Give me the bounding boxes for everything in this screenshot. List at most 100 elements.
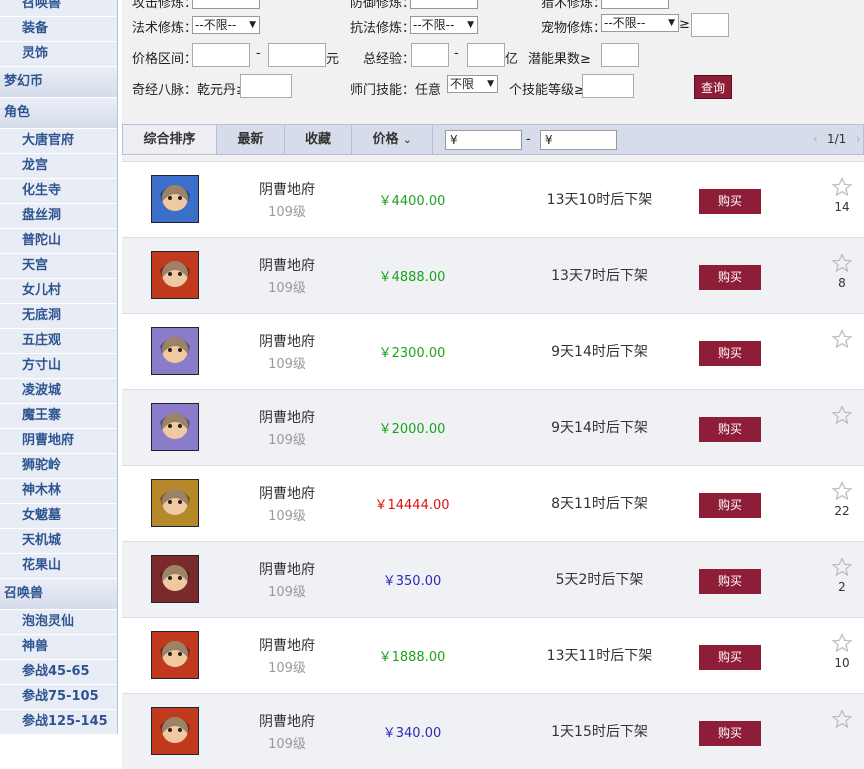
tab-favorites[interactable]: 收藏 (285, 125, 352, 154)
character-avatar[interactable] (151, 327, 199, 375)
sidebar-item[interactable]: 龙宫 (0, 154, 117, 179)
listing-level: 109级 (268, 281, 306, 296)
character-avatar[interactable] (151, 403, 199, 451)
favorite-star-icon[interactable] (831, 177, 853, 197)
buy-button[interactable]: 购买 (699, 189, 761, 214)
sidebar-item[interactable]: 参战125-145 (0, 710, 117, 734)
sidebar-item[interactable]: 盘丝洞 (0, 204, 117, 229)
sidebar-item[interactable]: 阴曹地府 (0, 429, 117, 454)
hunt-cultivation-label: 猎术修炼： (541, 0, 607, 11)
buy-button[interactable]: 购买 (699, 341, 761, 366)
attack-cultivation-select[interactable] (192, 0, 260, 9)
buy-button[interactable]: 购买 (699, 569, 761, 594)
sidebar-item[interactable]: 神木林 (0, 479, 117, 504)
listing-row[interactable]: 阴曹地府 109级 ￥350.00 5天2时后下架 购买 2 (122, 541, 864, 617)
sidebar-item[interactable]: 天机城 (0, 529, 117, 554)
character-avatar[interactable] (151, 631, 199, 679)
buy-button[interactable]: 购买 (699, 645, 761, 670)
meridian-input[interactable] (240, 74, 292, 98)
listing-level: 109级 (268, 205, 306, 220)
buy-button[interactable]: 购买 (699, 493, 761, 518)
sidebar-category[interactable]: 召唤兽 (0, 579, 117, 610)
favorite-count: 2 (838, 580, 846, 594)
sidebar-item[interactable]: 方寸山 (0, 354, 117, 379)
listing-row[interactable]: 阴曹地府 109级 ￥1888.00 13天11时后下架 购买 10 (122, 617, 864, 693)
character-avatar[interactable] (151, 479, 199, 527)
sidebar-item[interactable]: 女魃墓 (0, 504, 117, 529)
sidebar: 召唤兽 装备 灵饰 梦幻币 角色 大唐官府 龙宫 化生寺 盘丝洞 普陀山 天宫 女儿村 无底洞 五庄观 方寸… (0, 0, 118, 734)
sidebar-item[interactable]: 召唤兽 (0, 0, 117, 17)
dropdown-arrow-icon: ▼ (249, 20, 256, 30)
sidebar-item[interactable]: 天宫 (0, 254, 117, 279)
sidebar-item[interactable]: 化生寺 (0, 179, 117, 204)
listing-row[interactable]: 阴曹地府 109级 ￥14444.00 8天11时后下架 购买 22 (122, 465, 864, 541)
character-portrait-icon (160, 489, 190, 515)
tab-newest[interactable]: 最新 (217, 125, 285, 154)
character-avatar[interactable] (151, 555, 199, 603)
sidebar-category[interactable]: 角色 (0, 98, 117, 129)
pet-cultivation-select[interactable]: --不限-- ▼ (601, 14, 679, 32)
exp-max-input[interactable] (467, 43, 505, 67)
listing-row[interactable]: 阴曹地府 109级 ￥4400.00 13天10时后下架 购买 14 (122, 161, 864, 237)
pet-cultivation-label: 宠物修炼： (541, 21, 607, 36)
price-unit: 元 (326, 52, 340, 67)
potential-fruit-input[interactable] (601, 43, 639, 67)
sidebar-item[interactable]: 参战75-105 (0, 685, 117, 710)
sidebar-item[interactable]: 魔王寨 (0, 404, 117, 429)
price-min-input[interactable] (192, 43, 250, 67)
sidebar-item[interactable]: 五庄观 (0, 329, 117, 354)
sidebar-category[interactable]: 梦幻币 (0, 67, 117, 98)
sidebar-item[interactable]: 灵饰 (0, 42, 117, 67)
skill-level-input[interactable] (582, 74, 634, 98)
resist-cultivation-select[interactable]: --不限-- ▼ (410, 16, 478, 34)
sidebar-item[interactable]: 参战45-65 (0, 660, 117, 685)
buy-button[interactable]: 购买 (699, 265, 761, 290)
favorite-star-icon[interactable] (831, 633, 853, 653)
price-max-input[interactable] (268, 43, 326, 67)
sidebar-item[interactable]: 女儿村 (0, 279, 117, 304)
listing-price: ￥2000.00 (378, 422, 446, 437)
listing-row[interactable]: 阴曹地府 109级 ￥2000.00 9天14时后下架 购买 (122, 389, 864, 465)
exp-min-input[interactable] (411, 43, 449, 67)
listing-row[interactable]: 阴曹地府 109级 ￥2300.00 9天14时后下架 购买 (122, 313, 864, 389)
pet-cultivation-min-input[interactable] (691, 13, 729, 37)
favorite-star-icon[interactable] (831, 405, 853, 425)
character-portrait-icon (160, 261, 190, 287)
character-avatar[interactable] (151, 707, 199, 755)
tab-price[interactable]: 价格 ⌄ (352, 125, 433, 154)
sidebar-item[interactable]: 凌波城 (0, 379, 117, 404)
sidebar-item[interactable]: 狮驼岭 (0, 454, 117, 479)
sidebar-item[interactable]: 无底洞 (0, 304, 117, 329)
hunt-cultivation-select[interactable] (601, 0, 669, 9)
sidebar-item[interactable]: 花果山 (0, 554, 117, 579)
sidebar-item[interactable]: 神兽 (0, 635, 117, 660)
sort-price-max-input[interactable]: ¥ (540, 130, 617, 150)
listing-price: ￥4888.00 (378, 270, 446, 285)
favorite-star-icon[interactable] (831, 329, 853, 349)
pager-prev-icon[interactable]: ‹ (813, 125, 818, 154)
sidebar-item[interactable]: 泡泡灵仙 (0, 610, 117, 635)
buy-button[interactable]: 购买 (699, 417, 761, 442)
magic-cultivation-select[interactable]: --不限-- ▼ (192, 16, 260, 34)
sidebar-item[interactable]: 大唐官府 (0, 129, 117, 154)
sidebar-item[interactable]: 普陀山 (0, 229, 117, 254)
listing-row[interactable]: 阴曹地府 109级 ￥340.00 1天15时后下架 购买 (122, 693, 864, 769)
favorite-star-icon[interactable] (831, 253, 853, 273)
sidebar-item[interactable]: 装备 (0, 17, 117, 42)
character-avatar[interactable] (151, 251, 199, 299)
sort-price-min-input[interactable]: ¥ (445, 130, 522, 150)
query-button[interactable]: 查询 (694, 75, 732, 99)
listing-row[interactable]: 阴曹地府 109级 ￥4888.00 13天7时后下架 购买 8 (122, 237, 864, 313)
listing-time-left: 9天14时后下架 (551, 344, 648, 360)
pager-next-icon[interactable]: › (856, 125, 861, 154)
character-avatar[interactable] (151, 175, 199, 223)
favorite-star-icon[interactable] (831, 557, 853, 577)
listing-school: 阴曹地府 (259, 410, 315, 426)
favorite-star-icon[interactable] (831, 481, 853, 501)
favorite-star-icon[interactable] (831, 709, 853, 729)
sect-skill-select[interactable]: 不限 ▼ (447, 75, 498, 93)
listing-time-left: 13天7时后下架 (551, 268, 648, 284)
tab-overall-sort[interactable]: 综合排序 (123, 125, 217, 154)
listing-price: ￥4400.00 (378, 194, 446, 209)
defense-cultivation-select[interactable] (410, 0, 478, 9)
